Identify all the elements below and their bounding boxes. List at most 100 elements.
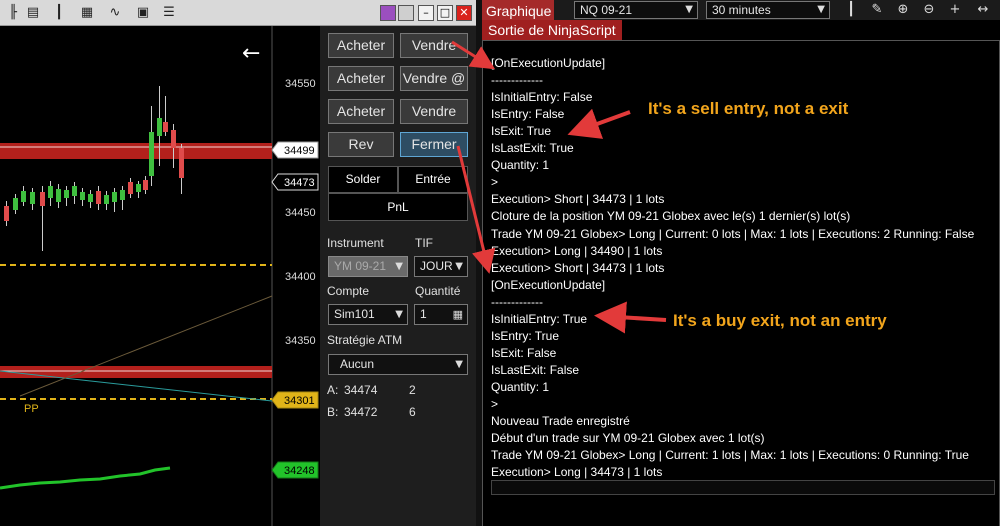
maximize-icon[interactable]: □ — [437, 5, 453, 21]
sell-button-3[interactable]: Vendre — [400, 99, 468, 124]
candle-body — [171, 130, 176, 148]
candle-body — [48, 186, 53, 198]
line-chart-icon[interactable]: ∿ — [106, 4, 124, 22]
interval-select[interactable]: 30 minutes ▼ — [706, 1, 830, 19]
instrument-select[interactable]: YM 09-21 ▼ — [328, 256, 408, 277]
candle-body — [163, 122, 168, 132]
output-line: IsExit: False — [491, 345, 557, 360]
bid-label: B: — [327, 405, 339, 419]
candle-body — [112, 192, 117, 202]
marker-red-high: 34499 — [271, 141, 319, 159]
buy-button-3[interactable]: Acheter — [328, 99, 394, 124]
output-input-field[interactable] — [491, 480, 995, 495]
chart-toolbar: ╟ ▤ ┃ ▦ ∿ ▣ ☰ – □ ✕ — [0, 0, 476, 26]
quantity-stepper[interactable]: 1 ▦ — [414, 304, 468, 325]
candle-body — [13, 198, 18, 210]
scroll-icon[interactable]: ↔ — [974, 1, 992, 19]
zoom-in-icon[interactable]: ⊕ — [894, 1, 912, 19]
color-square-icon[interactable] — [380, 5, 396, 21]
output-line: Nouveau Trade enregistré — [491, 414, 630, 429]
trend-line-brown — [19, 295, 273, 397]
properties-icon[interactable]: ▤ — [24, 4, 42, 22]
green-indicator-line — [0, 466, 171, 490]
output-line: Quantity: 1 — [491, 158, 550, 173]
minimize-icon[interactable]: – — [418, 5, 434, 21]
price-tick: 34450 — [285, 207, 316, 219]
ninjascript-output-title[interactable]: Sortie de NinjaScript — [482, 20, 622, 40]
keypad-icon[interactable]: ▦ — [453, 305, 463, 324]
list-icon[interactable]: ☰ — [160, 4, 178, 22]
candle-body — [157, 118, 162, 136]
chart-panel[interactable]: 34550 34450 34400 34350 PP ← 34499 34473 — [0, 0, 320, 526]
annotation-buy-exit: It's a buy exit, not an entry — [673, 311, 887, 330]
account-label: Compte — [327, 284, 370, 298]
chevron-down-icon: ▼ — [395, 309, 403, 320]
reverse-button[interactable]: Rev — [328, 132, 394, 157]
entry-button[interactable]: Entrée — [398, 166, 468, 193]
candle-body — [179, 148, 184, 178]
close-icon[interactable]: ✕ — [456, 5, 472, 21]
candle-body — [30, 192, 35, 204]
price-chart[interactable]: 34550 34450 34400 34350 PP ← 34499 34473 — [0, 26, 320, 526]
color-square-grey-icon[interactable] — [398, 5, 414, 21]
sell-button-1[interactable]: Vendre — [400, 33, 468, 58]
output-line: IsEntry: False — [491, 107, 565, 122]
candle-body — [21, 191, 26, 202]
quantity-label: Quantité — [415, 284, 461, 298]
alert-icon[interactable]: ▣ — [134, 4, 152, 22]
output-line: Début d'un trade sur YM 09-21 Globex ave… — [491, 431, 765, 446]
price-tick: 34350 — [285, 335, 316, 347]
pencil-icon[interactable]: ✎ — [868, 1, 886, 19]
candle-body — [4, 206, 9, 221]
output-line: ------------- — [491, 294, 543, 309]
close-position-button[interactable]: Fermer — [400, 132, 468, 157]
output-line: Execution> Long | 34490 | 1 lots — [491, 243, 663, 258]
output-line: > — [491, 175, 499, 190]
output-line: [OnExecutionUpdate] — [491, 277, 606, 292]
output-line: ------------- — [491, 73, 543, 88]
tif-select[interactable]: JOUR ▼ — [414, 256, 468, 277]
marker-last-label: 34473 — [284, 177, 315, 189]
bars-icon[interactable]: ┃ — [842, 1, 860, 19]
annotation-sell-entry: It's a sell entry, not a exit — [648, 99, 849, 118]
grid-icon[interactable]: ▦ — [78, 4, 96, 22]
output-line: IsEntry: True — [491, 328, 560, 343]
buy-button-1[interactable]: Acheter — [328, 33, 394, 58]
chevron-down-icon: ▼ — [395, 261, 403, 272]
quantity-value: 1 — [420, 307, 427, 321]
marker-green: 34248 — [271, 461, 319, 479]
red-zone-lower — [0, 366, 272, 378]
sell-button-2[interactable]: Vendre @ — [400, 66, 468, 91]
candle-body — [149, 132, 154, 176]
output-line: [OnExecutionUpdate] — [491, 56, 606, 70]
output-line: IsLastExit: True — [491, 141, 574, 156]
zoom-out-icon[interactable]: ⊖ — [920, 1, 938, 19]
chart-instrument-value: NQ 09-21 — [580, 3, 633, 17]
cursor-icon[interactable]: ╟ — [4, 4, 22, 22]
output-line: Trade YM 09-21 Globex> Long | Current: 1… — [491, 448, 969, 463]
candle-body — [143, 180, 148, 190]
candle-body — [40, 192, 45, 206]
output-line: > — [491, 397, 499, 411]
solder-button[interactable]: Solder — [328, 166, 398, 193]
tif-label: TIF — [415, 236, 433, 250]
output-line: Trade YM 09-21 Globex> Long | Current: 0… — [491, 226, 975, 241]
crosshair-icon[interactable]: + — [946, 1, 964, 19]
chart-instrument-select[interactable]: NQ 09-21 ▼ — [574, 1, 698, 19]
interval-value: 30 minutes — [712, 3, 771, 17]
output-line: IsInitialEntry: False — [491, 90, 593, 105]
buy-button-2[interactable]: Acheter — [328, 66, 394, 91]
atm-strategy-select[interactable]: Aucun ▼ — [328, 354, 468, 375]
bar-chart-icon[interactable]: ┃ — [50, 4, 68, 22]
candle-body — [128, 182, 133, 194]
account-value: Sim101 — [334, 307, 375, 321]
bid-price: 34472 — [344, 405, 378, 419]
pnl-display[interactable]: PnL — [328, 193, 468, 221]
order-entry-panel: Acheter Vendre Acheter Vendre @ Acheter … — [320, 26, 476, 526]
tab-graphique[interactable]: Graphique — [482, 0, 554, 20]
account-select[interactable]: Sim101 ▼ — [328, 304, 408, 325]
candle-body — [120, 190, 125, 200]
red-zone-upper — [0, 143, 272, 159]
ninjascript-output-panel: Graphique NQ 09-21 ▼ 30 minutes ▼ ┃ ✎ ⊕ ⊖ … — [482, 0, 1000, 526]
back-arrow-icon[interactable]: ← — [242, 41, 260, 66]
